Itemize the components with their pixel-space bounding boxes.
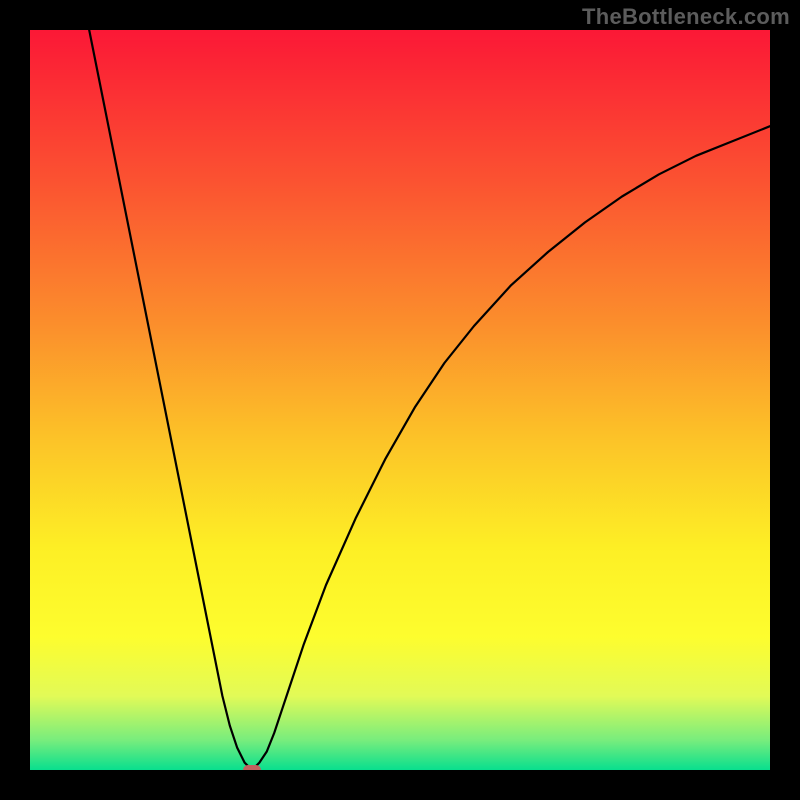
watermark-text: TheBottleneck.com: [582, 4, 790, 30]
chart-frame: TheBottleneck.com: [0, 0, 800, 800]
minimum-marker: [243, 765, 261, 770]
gradient-background: [30, 30, 770, 770]
chart-svg: [30, 30, 770, 770]
plot-area: [30, 30, 770, 770]
